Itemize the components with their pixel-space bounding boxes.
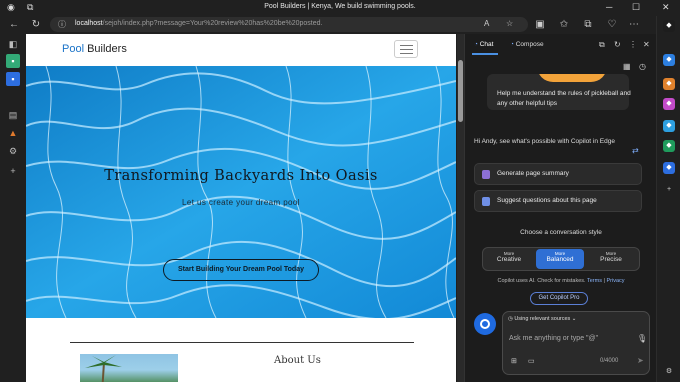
refresh-icon[interactable]: ↻ xyxy=(614,40,621,49)
tab-favicon-icon[interactable]: ▤ xyxy=(6,108,20,122)
chat-input[interactable]: Ask me anything or type "@" xyxy=(509,335,598,342)
hero-title: Transforming Backyards Into Oasis xyxy=(104,168,378,184)
chevron-down-icon: ⌄ xyxy=(570,316,577,322)
close-icon[interactable]: ✕ xyxy=(643,40,650,49)
back-icon[interactable]: ← xyxy=(7,19,21,31)
about-image xyxy=(80,354,178,382)
outlook-icon[interactable]: ◆ xyxy=(663,120,675,132)
hero-subtitle: Let us create your dream pool xyxy=(182,198,300,207)
about-title: About Us xyxy=(274,355,321,366)
more-options-icon[interactable]: ⋮ xyxy=(629,40,637,49)
active-tab-favicon-icon[interactable]: ▪ xyxy=(6,72,20,86)
url-text[interactable]: localhost/sejoh/index.php?message=Your%2… xyxy=(75,20,322,27)
title-bar: ◉ ⧉ Pool Builders | Kenya, We build swim… xyxy=(0,0,680,16)
suggest-questions-button[interactable]: Suggest questions about this page xyxy=(474,190,642,212)
new-tab-icon[interactable]: + xyxy=(6,164,20,178)
start-building-button[interactable]: Start Building Your Dream Pool Today xyxy=(163,259,319,281)
web-page: Pool Builders Transforming Backyards Int… xyxy=(26,34,456,382)
tab-shortcut-icon[interactable]: ◆ xyxy=(663,54,675,66)
add-app-icon[interactable]: + xyxy=(663,184,675,196)
sources-dropdown[interactable]: ◷ Using relevant sources ⌄ xyxy=(508,316,598,327)
copilot-toolbar: ▦ ◷ xyxy=(465,58,657,74)
conversation-style-selector: More Creative More Balanced More Precise xyxy=(482,247,640,271)
history-icon[interactable]: ◷ xyxy=(639,62,646,71)
copilot-icon[interactable]: ◆ xyxy=(663,20,675,32)
privacy-link[interactable]: Privacy xyxy=(606,278,624,284)
about-section: About Us xyxy=(36,318,446,382)
sidebar-apps-rail: ◆ ◆ ◆ ◆ ◆ ◆ ◆ + ⚙ xyxy=(656,16,680,382)
active-tab-indicator xyxy=(472,53,498,55)
extensions-icon[interactable]: ♡ xyxy=(605,19,619,31)
site-navbar: Pool Builders xyxy=(26,34,456,66)
copilot-tabs: ◔ Chat ◔ Compose ⧉ ↻ ⋮ ✕ xyxy=(465,34,657,56)
tab-compose[interactable]: ◔ Compose xyxy=(510,41,544,48)
style-balanced-button[interactable]: More Balanced xyxy=(536,249,584,269)
favorites-icon[interactable]: ✩ xyxy=(557,19,571,31)
suggestion-text[interactable]: Help me understand the rules of pickleba… xyxy=(497,89,637,109)
sidebar-settings-icon[interactable]: ⚙ xyxy=(663,366,675,378)
section-divider xyxy=(70,342,414,343)
microphone-icon[interactable]: 🎙 xyxy=(637,334,647,343)
drop-icon[interactable]: ◆ xyxy=(663,162,675,174)
brand-accent: Pool xyxy=(62,43,85,55)
vertical-tab-rail: ◧ ▪ ▪ ▤ ▲ ⚙ + xyxy=(0,34,26,382)
tab-actions-icon[interactable]: ◧ xyxy=(6,37,20,51)
tab-chat[interactable]: ◔ Chat xyxy=(474,41,493,48)
style-creative-button[interactable]: More Creative xyxy=(485,249,533,269)
style-precise-button[interactable]: More Precise xyxy=(587,249,635,269)
new-topic-icon[interactable] xyxy=(474,313,496,335)
shopping-icon[interactable]: ◆ xyxy=(663,78,675,90)
conversation-style-label: Choose a conversation style xyxy=(520,229,602,236)
brand-rest: Builders xyxy=(84,43,127,55)
url-host: localhost xyxy=(75,20,103,27)
open-in-new-icon[interactable]: ⧉ xyxy=(599,40,605,50)
screenshot-icon[interactable]: ▭ xyxy=(528,357,535,365)
get-copilot-pro-button[interactable]: Get Copilot Pro xyxy=(530,292,588,305)
tab-favicon-icon[interactable]: ▲ xyxy=(6,126,20,140)
scrollbar-thumb[interactable] xyxy=(458,60,463,122)
questions-icon xyxy=(482,197,490,206)
attach-image-icon[interactable]: ⊞ xyxy=(511,357,517,365)
settings-icon[interactable]: ⚙ xyxy=(6,144,20,158)
url-path: /sejoh/index.php?message=Your%20review%2… xyxy=(102,20,323,27)
split-screen-icon[interactable]: ▣ xyxy=(533,19,547,31)
minimize-button[interactable]: ─ xyxy=(606,2,612,13)
greeting-text: Hi Andy, see what's possible with Copilo… xyxy=(474,138,615,145)
maximize-button[interactable]: ☐ xyxy=(632,2,640,13)
tools-icon[interactable]: ◆ xyxy=(663,140,675,152)
window-title: Pool Builders | Kenya, We build swimming… xyxy=(264,3,416,10)
terms-link[interactable]: Terms xyxy=(587,278,602,284)
character-counter: 0/4000 xyxy=(600,358,619,364)
read-aloud-icon[interactable]: A xyxy=(484,19,489,28)
tab-favicon-icon[interactable]: ▪ xyxy=(6,54,20,68)
grid-icon[interactable]: ▦ xyxy=(623,62,631,71)
chat-input-box: ◷ Using relevant sources ⌄ Ask me anythi… xyxy=(502,311,650,375)
site-brand[interactable]: Pool Builders xyxy=(62,43,127,55)
hamburger-menu-button[interactable] xyxy=(394,40,418,58)
collections-icon[interactable]: ⧉ xyxy=(581,19,595,31)
send-icon[interactable]: ➤ xyxy=(637,356,644,365)
refresh-icon[interactable]: ↻ xyxy=(29,19,43,31)
more-menu-icon[interactable]: ⋯ xyxy=(627,19,641,31)
ai-disclaimer: Copilot uses AI. Check for mistakes. Ter… xyxy=(497,278,625,284)
hero-section: Transforming Backyards Into Oasis Let us… xyxy=(26,66,456,318)
summary-icon xyxy=(482,170,490,179)
refresh-suggestions-icon[interactable]: ⇄ xyxy=(632,146,639,155)
navigation-bar: ← ↻ ⓘ localhost/sejoh/index.php?message=… xyxy=(0,16,680,34)
close-button[interactable]: ✕ xyxy=(662,2,670,13)
site-info-icon[interactable]: ⓘ xyxy=(58,19,66,30)
generate-summary-button[interactable]: Generate page summary xyxy=(474,163,642,185)
favorite-star-icon[interactable]: ☆ xyxy=(506,19,513,28)
address-bar[interactable]: ⓘ localhost/sejoh/index.php?message=Your… xyxy=(50,17,528,32)
games-icon[interactable]: ◆ xyxy=(663,98,675,110)
copilot-sidebar: ◔ Chat ◔ Compose ⧉ ↻ ⋮ ✕ ▦ ◷ Help me und… xyxy=(464,34,656,382)
